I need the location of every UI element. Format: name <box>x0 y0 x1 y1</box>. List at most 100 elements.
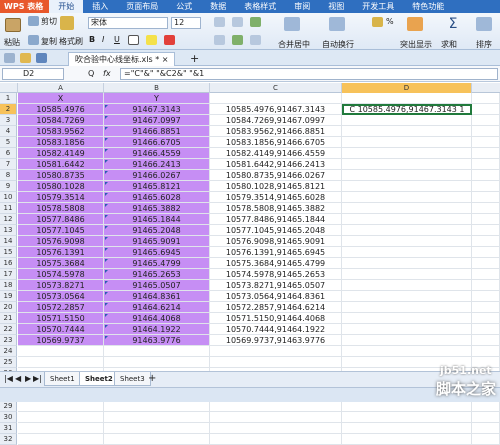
row-header[interactable]: 20 <box>0 302 17 313</box>
cell-y[interactable]: 91465.8121 <box>104 181 210 192</box>
cell-result[interactable] <box>342 302 472 313</box>
cell-joined[interactable]: 10583.1856,91466.6705 <box>210 137 342 148</box>
cell-x[interactable]: 10583.9562 <box>18 126 104 137</box>
cell-joined[interactable]: 10582.4149,91466.4559 <box>210 148 342 159</box>
name-box[interactable]: D2 <box>2 68 64 80</box>
doc-tab-active[interactable]: 吹合验中心线坐标.xls * × <box>68 52 176 66</box>
cell-x[interactable]: 10574.5978 <box>18 269 104 280</box>
font-color-icon[interactable] <box>164 35 175 45</box>
cell-y[interactable]: 91467.3143 <box>104 104 210 115</box>
align-left-icon[interactable] <box>214 35 225 45</box>
bold-button[interactable]: B <box>89 35 95 44</box>
sheet-tab-2[interactable]: Sheet2 <box>79 372 119 386</box>
cell-y[interactable]: 91465.6945 <box>104 247 210 258</box>
cell-joined[interactable]: 10578.5808,91465.3882 <box>210 203 342 214</box>
cell[interactable] <box>472 104 500 115</box>
cell-result[interactable] <box>342 236 472 247</box>
cell-joined[interactable]: 10572.2857,91464.6214 <box>210 302 342 313</box>
cell-joined[interactable]: 10573.0564,91464.8361 <box>210 291 342 302</box>
cell[interactable] <box>472 302 500 313</box>
cell[interactable] <box>472 214 500 225</box>
cell-joined[interactable]: 10571.5150,91464.4068 <box>210 313 342 324</box>
cell[interactable] <box>342 434 472 445</box>
cell-result[interactable] <box>342 313 472 324</box>
cell-y[interactable]: 91465.2653 <box>104 269 210 280</box>
row-header[interactable]: 32 <box>0 434 17 445</box>
paste-button[interactable] <box>4 16 22 34</box>
cut-button[interactable]: 剪切 <box>41 16 57 27</box>
cell-x[interactable]: 10576.1391 <box>18 247 104 258</box>
cell-joined[interactable]: 10577.1045,91465.2048 <box>210 225 342 236</box>
cell-result[interactable] <box>342 192 472 203</box>
cell-joined[interactable]: 10574.5978,91465.2653 <box>210 269 342 280</box>
save-icon[interactable] <box>36 53 47 63</box>
cell-x[interactable]: 10569.9737 <box>18 335 104 346</box>
prev-sheet-arrow[interactable]: ◀ <box>15 374 21 383</box>
cell[interactable] <box>18 346 104 357</box>
column-header-d[interactable]: D <box>342 83 472 93</box>
cell-y[interactable]: 91465.2048 <box>104 225 210 236</box>
cell[interactable] <box>210 423 342 434</box>
cell-result[interactable] <box>342 269 472 280</box>
cell[interactable] <box>342 401 472 412</box>
cell[interactable] <box>342 346 472 357</box>
cell-result[interactable] <box>342 247 472 258</box>
cell[interactable] <box>104 346 210 357</box>
row-header[interactable]: 24 <box>0 346 17 357</box>
cell-joined[interactable]: 10585.4976,91467.3143 <box>210 104 342 115</box>
cell[interactable] <box>472 115 500 126</box>
cell[interactable] <box>104 401 210 412</box>
add-sheet-button[interactable]: + <box>148 373 156 384</box>
menu-tab-9[interactable]: 开发工具 <box>353 0 403 13</box>
currency-icon[interactable] <box>372 17 383 27</box>
cell[interactable] <box>18 401 104 412</box>
row-header[interactable]: 11 <box>0 203 17 214</box>
cell-result[interactable] <box>342 324 472 335</box>
cell[interactable] <box>472 93 500 104</box>
cell-x[interactable]: 10579.3514 <box>18 192 104 203</box>
cell[interactable] <box>472 192 500 203</box>
fill-color-icon[interactable] <box>146 35 157 45</box>
row-header[interactable]: 12 <box>0 214 17 225</box>
cell[interactable] <box>342 93 472 104</box>
cell-y[interactable]: 91465.0507 <box>104 280 210 291</box>
row-header[interactable]: 23 <box>0 335 17 346</box>
cell-result[interactable] <box>342 159 472 170</box>
cell-result[interactable] <box>342 280 472 291</box>
formula-input[interactable]: ="C"&" "&C2&" "&1 <box>120 68 498 80</box>
cell-result[interactable] <box>342 137 472 148</box>
cell-y[interactable]: 91466.8851 <box>104 126 210 137</box>
auto-wrap-button[interactable] <box>328 16 346 32</box>
cell-joined[interactable]: 10575.3684,91465.4799 <box>210 258 342 269</box>
cell[interactable] <box>472 324 500 335</box>
align-bottom-icon[interactable] <box>250 17 261 27</box>
cell[interactable] <box>472 412 500 423</box>
column-header-b[interactable]: B <box>104 83 210 93</box>
cell-y[interactable]: 91465.6028 <box>104 192 210 203</box>
row-header[interactable]: 19 <box>0 291 17 302</box>
row-header[interactable]: 15 <box>0 247 17 258</box>
cell[interactable] <box>472 434 500 445</box>
cell[interactable] <box>18 412 104 423</box>
cell[interactable] <box>472 236 500 247</box>
cell[interactable] <box>210 346 342 357</box>
cell[interactable] <box>472 335 500 346</box>
copy-button[interactable]: 复制 <box>41 36 57 47</box>
active-cell-d2[interactable]: C 10585.4976,91467.3143 1 <box>342 104 472 115</box>
cell[interactable] <box>18 434 104 445</box>
row-header[interactable]: 30 <box>0 412 17 423</box>
merge-center-button[interactable] <box>283 16 301 32</box>
row-header[interactable]: 14 <box>0 236 17 247</box>
cell-joined[interactable]: 10577.8486,91465.1844 <box>210 214 342 225</box>
cell[interactable] <box>104 412 210 423</box>
row-header[interactable]: 1 <box>0 93 17 104</box>
cell-x[interactable]: 10572.2857 <box>18 302 104 313</box>
font-name-select[interactable]: 宋体 <box>88 17 168 29</box>
cell[interactable] <box>472 181 500 192</box>
row-header[interactable]: 17 <box>0 269 17 280</box>
new-tab-button[interactable]: + <box>190 52 199 65</box>
cell-x[interactable]: 10581.6442 <box>18 159 104 170</box>
cell-joined[interactable]: 10576.1391,91465.6945 <box>210 247 342 258</box>
row-header[interactable]: 25 <box>0 357 17 368</box>
cell-x[interactable]: 10573.0564 <box>18 291 104 302</box>
